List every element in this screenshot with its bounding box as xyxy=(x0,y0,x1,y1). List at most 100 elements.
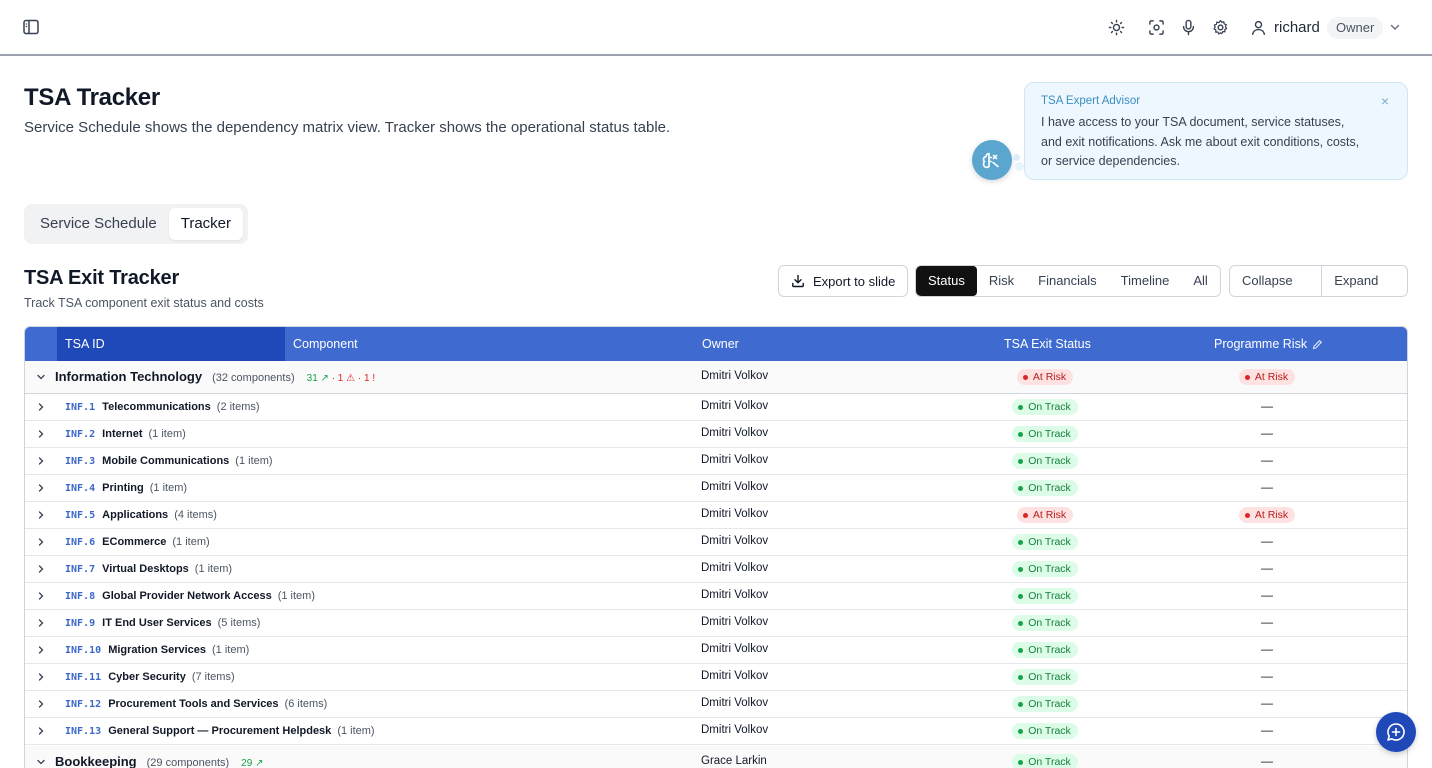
table-row[interactable]: INF.9 IT End User Services (5 items) Dmitr… xyxy=(25,610,1407,637)
table-row[interactable]: INF.7 Virtual Desktops (1 item) Dmitri Vol… xyxy=(25,556,1407,583)
expand-all-button[interactable]: Expand All xyxy=(1321,266,1407,296)
screenshot-icon[interactable] xyxy=(1147,18,1165,36)
settings-gear-icon[interactable] xyxy=(1211,18,1229,36)
status-badge[interactable]: At Risk xyxy=(1016,507,1074,523)
column-header-programme-risk[interactable]: Programme Risk xyxy=(1214,327,1323,361)
table-row[interactable]: INF.8 Global Provider Network Access (1 i… xyxy=(25,583,1407,610)
page-description: Service Schedule shows the dependency ma… xyxy=(24,119,671,136)
tsa-id[interactable]: INF.6 xyxy=(65,537,95,548)
chevron-right-icon[interactable] xyxy=(36,564,46,574)
risk-empty: — xyxy=(1261,561,1273,575)
owner-name: Dmitri Volkov xyxy=(701,481,769,493)
sidebar-toggle-icon[interactable] xyxy=(22,18,40,36)
tsa-id[interactable]: INF.10 xyxy=(65,645,101,656)
chevron-right-icon[interactable] xyxy=(36,429,46,439)
theme-sun-icon[interactable] xyxy=(1107,18,1125,36)
view-tabs: Service Schedule Tracker xyxy=(24,204,248,244)
status-label: On Track xyxy=(1028,590,1071,602)
tsa-id[interactable]: INF.5 xyxy=(65,510,95,521)
chevron-right-icon[interactable] xyxy=(36,402,46,412)
group-row[interactable]: Bookkeeping (29 components) 29 ↗ Grace Lar… xyxy=(25,746,1407,768)
table-row[interactable]: INF.5 Applications (4 items) Dmitri Volkov… xyxy=(25,502,1407,529)
tsa-id[interactable]: INF.3 xyxy=(65,456,95,467)
status-badge[interactable]: At Risk xyxy=(1238,369,1296,385)
tsa-id[interactable]: INF.4 xyxy=(65,483,95,494)
column-header-exit-status[interactable]: TSA Exit Status xyxy=(1004,327,1091,361)
status-badge[interactable]: At Risk xyxy=(1016,369,1074,385)
column-header-component[interactable]: Component xyxy=(293,327,358,361)
advisor-title: TSA Expert Advisor xyxy=(1041,95,1141,107)
collapse-all-button[interactable]: Collapse All xyxy=(1230,266,1321,296)
chevron-down-icon[interactable] xyxy=(36,372,46,382)
tab-tracker[interactable]: Tracker xyxy=(168,208,244,240)
filter-all[interactable]: All xyxy=(1181,266,1219,296)
tsa-id[interactable]: INF.11 xyxy=(65,672,101,683)
microphone-icon[interactable] xyxy=(1179,18,1197,36)
chevron-right-icon[interactable] xyxy=(36,537,46,547)
status-badge[interactable]: On Track xyxy=(1012,669,1078,685)
group-row[interactable]: Information Technology (32 components) 31 … xyxy=(25,361,1407,394)
chevron-right-icon[interactable] xyxy=(36,699,46,709)
status-label: On Track xyxy=(1028,644,1071,656)
status-badge[interactable]: On Track xyxy=(1012,615,1078,631)
column-header-tsa-id[interactable]: TSA ID xyxy=(57,327,285,361)
new-chat-button[interactable] xyxy=(1376,712,1416,752)
status-badge[interactable]: On Track xyxy=(1012,561,1078,577)
tsa-id[interactable]: INF.7 xyxy=(65,564,95,575)
table-row[interactable]: INF.1 Telecommunications (2 items) Dmitri … xyxy=(25,394,1407,421)
owner-name: Dmitri Volkov xyxy=(701,724,769,736)
advisor-avatar[interactable] xyxy=(972,140,1012,180)
status-label: On Track xyxy=(1028,482,1071,494)
status-label: At Risk xyxy=(1254,371,1289,383)
chevron-right-icon[interactable] xyxy=(36,456,46,466)
user-name[interactable]: richard xyxy=(1274,19,1320,36)
status-badge[interactable]: On Track xyxy=(1012,453,1078,469)
tab-service-schedule[interactable]: Service Schedule xyxy=(28,208,169,240)
table-row[interactable]: INF.10 Migration Services (1 item) Dmitri … xyxy=(25,637,1407,664)
chevron-right-icon[interactable] xyxy=(36,672,46,682)
tsa-id[interactable]: INF.9 xyxy=(65,618,95,629)
status-badge[interactable]: On Track xyxy=(1012,534,1078,550)
table-row[interactable]: INF.4 Printing (1 item) Dmitri Volkov On Tr… xyxy=(25,475,1407,502)
chevron-right-icon[interactable] xyxy=(36,591,46,601)
chevron-right-icon[interactable] xyxy=(36,483,46,493)
filter-risk[interactable]: Risk xyxy=(977,266,1026,296)
chevron-down-icon[interactable] xyxy=(1386,18,1404,36)
chevron-right-icon[interactable] xyxy=(36,645,46,655)
chevron-right-icon[interactable] xyxy=(36,618,46,628)
status-badge[interactable]: On Track xyxy=(1012,588,1078,604)
table-row[interactable]: INF.3 Mobile Communications (1 item) Dmitr… xyxy=(25,448,1407,475)
group-name: Information Technology xyxy=(55,369,203,384)
status-badge[interactable]: On Track xyxy=(1012,426,1078,442)
chevron-right-icon[interactable] xyxy=(36,510,46,520)
table-row[interactable]: INF.6 ECommerce (1 item) Dmitri Volkov On T… xyxy=(25,529,1407,556)
status-badge[interactable]: On Track xyxy=(1012,696,1078,712)
table-row[interactable]: INF.11 Cyber Security (7 items) Dmitri Vol… xyxy=(25,664,1407,691)
status-badge[interactable]: At Risk xyxy=(1238,507,1296,523)
tsa-id[interactable]: INF.8 xyxy=(65,591,95,602)
chevron-down-icon[interactable] xyxy=(36,757,46,767)
status-badge[interactable]: On Track xyxy=(1012,642,1078,658)
status-badge[interactable]: On Track xyxy=(1012,754,1078,768)
table-row[interactable]: INF.13 General Support — Procurement Hel… xyxy=(25,718,1407,745)
status-badge[interactable]: On Track xyxy=(1012,723,1078,739)
pencil-icon[interactable] xyxy=(1312,339,1323,350)
filter-status[interactable]: Status xyxy=(916,266,977,296)
collapse-expand-group: Collapse All Expand All xyxy=(1229,265,1408,297)
filter-timeline[interactable]: Timeline xyxy=(1109,266,1182,296)
filter-financials[interactable]: Financials xyxy=(1026,266,1109,296)
tsa-id[interactable]: INF.2 xyxy=(65,429,95,440)
close-icon[interactable]: × xyxy=(1381,93,1389,109)
view-filter-group: Status Risk Financials Timeline All xyxy=(915,265,1221,297)
status-badge[interactable]: On Track xyxy=(1012,480,1078,496)
export-to-slide-button[interactable]: Export to slide xyxy=(778,265,908,297)
table-row[interactable]: INF.12 Procurement Tools and Services (6 … xyxy=(25,691,1407,718)
tsa-id[interactable]: INF.12 xyxy=(65,699,101,710)
column-header-owner[interactable]: Owner xyxy=(702,327,739,361)
tsa-id[interactable]: INF.13 xyxy=(65,726,101,737)
tsa-id[interactable]: INF.1 xyxy=(65,402,95,413)
advisor-message: I have access to your TSA document, serv… xyxy=(1041,115,1360,168)
chevron-right-icon[interactable] xyxy=(36,726,46,736)
table-row[interactable]: INF.2 Internet (1 item) Dmitri Volkov On Tr… xyxy=(25,421,1407,448)
status-badge[interactable]: On Track xyxy=(1012,399,1078,415)
